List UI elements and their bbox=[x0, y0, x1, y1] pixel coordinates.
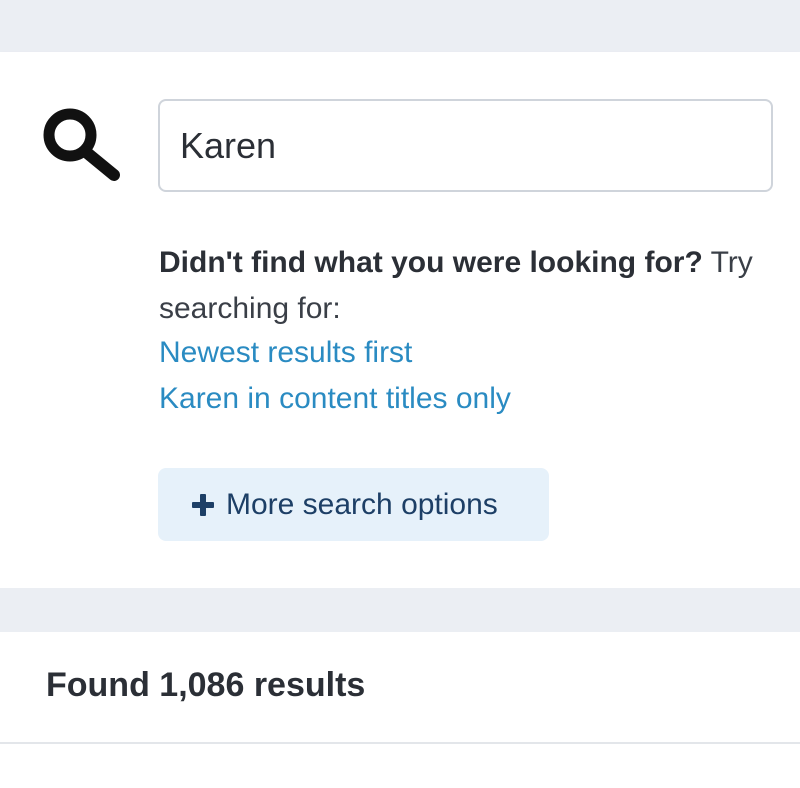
search-icon[interactable] bbox=[40, 104, 128, 184]
divider bbox=[0, 742, 800, 744]
newest-results-link[interactable]: Newest results first bbox=[159, 333, 412, 373]
top-strip bbox=[0, 0, 800, 52]
results-card bbox=[0, 632, 800, 788]
search-page: Didn't find what you were looking for? T… bbox=[0, 0, 800, 788]
plus-icon bbox=[192, 493, 214, 516]
results-count: Found 1,086 results bbox=[46, 666, 366, 704]
more-search-options-label: More search options bbox=[226, 487, 498, 521]
more-search-options-button[interactable]: More search options bbox=[158, 468, 549, 541]
titles-only-link[interactable]: Karen in content titles only bbox=[159, 379, 511, 419]
search-input[interactable] bbox=[158, 99, 773, 192]
section-gap bbox=[0, 588, 800, 632]
suggestion-prompt-bold: Didn't find what you were looking for? bbox=[159, 246, 703, 279]
search-suggestion-text: Didn't find what you were looking for? T… bbox=[159, 240, 779, 332]
